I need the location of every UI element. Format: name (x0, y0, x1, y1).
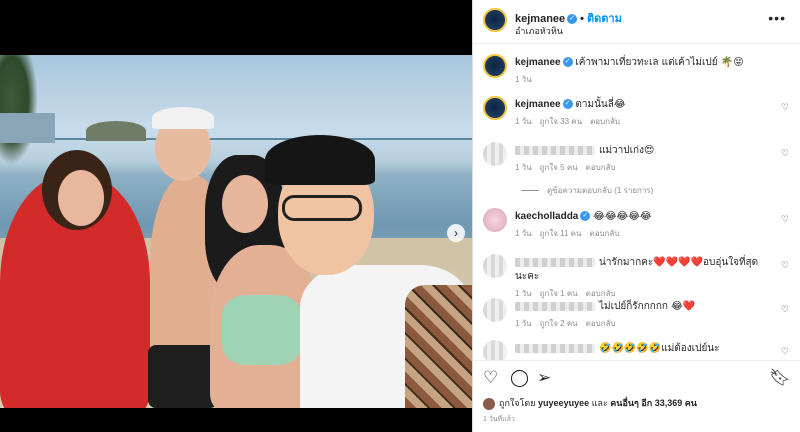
comment-time: 1 วัน (515, 289, 532, 298)
comment-time: 1 วัน (515, 163, 532, 172)
comment-username[interactable]: kejmanee (515, 57, 561, 68)
blurred-username (515, 145, 595, 155)
comment-time: 1 วัน (515, 229, 532, 238)
next-slide-icon[interactable]: › (447, 224, 465, 242)
blurred-username (515, 257, 595, 267)
avatar[interactable] (483, 208, 507, 232)
heart-icon[interactable]: ♡ (781, 260, 789, 271)
reply-button[interactable]: ตอบกลับ (590, 117, 620, 126)
likes-summary: ถูกใจโดย yuyeeyuyee และ คนอื่นๆ อีก 33,3… (483, 396, 697, 410)
comment-likes[interactable]: ถูกใจ 33 คน (540, 117, 582, 126)
avatar[interactable] (483, 96, 507, 120)
comment-text: ตามนั้นลี่😂 (575, 99, 626, 110)
heart-icon[interactable]: ♡ (781, 102, 789, 113)
comments-list: kejmanee ✓ เค้าพามาเที่ยวทะเล แต่เค้าไม่เ… (473, 44, 800, 360)
post-timestamp[interactable]: 1 วันที่แล้ว (483, 414, 515, 425)
more-horizontal-icon[interactable]: ••• (768, 10, 786, 26)
reply-button[interactable]: ตอบกลับ (586, 319, 616, 328)
avatar[interactable] (483, 254, 507, 278)
avatar[interactable] (483, 54, 507, 78)
comment-text: ไม่เปย์ก็รักกกกก 😂❤️ (599, 301, 696, 312)
avatar (483, 397, 495, 410)
other-likers[interactable]: คนอื่นๆ อีก 33,369 คน (610, 398, 697, 408)
verified-badge-icon: ✓ (567, 14, 578, 25)
reply-button[interactable]: ตอบกลับ (586, 289, 616, 298)
verified-badge-icon: ✓ (562, 57, 573, 68)
comment-likes[interactable]: ถูกใจ 2 คน (540, 319, 578, 328)
comment-text: 🤣🤣🤣🤣🤣แม่ต้องเปย์นะ (599, 343, 720, 354)
comment-text: แม่วาปเก่ง😍 (599, 145, 655, 156)
post-side-panel: kejmanee ✓ • ติดตาม อำเภอหัวหิน ••• kejmane… (472, 0, 800, 432)
post-location[interactable]: อำเภอหัวหิน (515, 24, 563, 38)
comment-time: 1 วัน (515, 319, 532, 328)
reply-button[interactable]: ตอบกลับ (586, 163, 616, 172)
comment-text: เค้าพามาเที่ยวทะเล แต่เค้าไม่เปย์ 🌴😝 (575, 57, 744, 68)
avatar[interactable] (483, 8, 507, 32)
verified-badge-icon: ✓ (580, 211, 591, 222)
heart-icon[interactable]: ♡ (781, 148, 789, 159)
comment-icon[interactable]: ◯ (510, 368, 529, 388)
post-actions: ♡ ◯ ➢ 🔖︎ ถูกใจโดย yuyeeyuyee และ คนอื่นๆ… (473, 360, 800, 432)
avatar[interactable] (483, 340, 507, 360)
heart-icon[interactable]: ♡ (483, 368, 498, 388)
comment-text: 😂😂😂😂😂 (593, 211, 652, 222)
reply-button[interactable]: ตอบกลับ (590, 229, 620, 238)
comment-likes[interactable]: ถูกใจ 11 คน (540, 229, 582, 238)
follow-button[interactable]: ติดตาม (587, 13, 622, 25)
comment-likes[interactable]: ถูกใจ 5 คน (540, 163, 578, 172)
comment-username[interactable]: kejmanee (515, 99, 561, 110)
avatar[interactable] (483, 142, 507, 166)
liker-username[interactable]: yuyeeyuyee (538, 398, 589, 408)
verified-badge-icon: ✓ (562, 99, 573, 110)
post-header: kejmanee ✓ • ติดตาม อำเภอหัวหิน ••• (473, 0, 800, 44)
bookmark-icon[interactable]: 🔖︎ (769, 368, 791, 388)
post-photo (0, 55, 472, 408)
heart-icon[interactable]: ♡ (781, 214, 789, 225)
share-icon[interactable]: ➢ (537, 368, 551, 388)
comment-username[interactable]: kaecholladda (515, 211, 578, 222)
comment-likes[interactable]: ถูกใจ 1 คน (540, 289, 578, 298)
avatar[interactable] (483, 298, 507, 322)
heart-icon[interactable]: ♡ (781, 304, 789, 315)
blurred-username (515, 301, 595, 311)
heart-icon[interactable]: ♡ (781, 346, 789, 357)
view-replies-button[interactable]: ดูข้อความตอบกลับ (1 รายการ) (521, 184, 653, 197)
instagram-post-view: › kejmanee ✓ • ติดตาม อำเภอหัวหิน ••• kejma… (0, 0, 800, 432)
comment-time: 1 วัน (515, 75, 532, 84)
blurred-username (515, 343, 595, 353)
comment-time: 1 วัน (515, 117, 532, 126)
post-media: › (0, 0, 472, 432)
